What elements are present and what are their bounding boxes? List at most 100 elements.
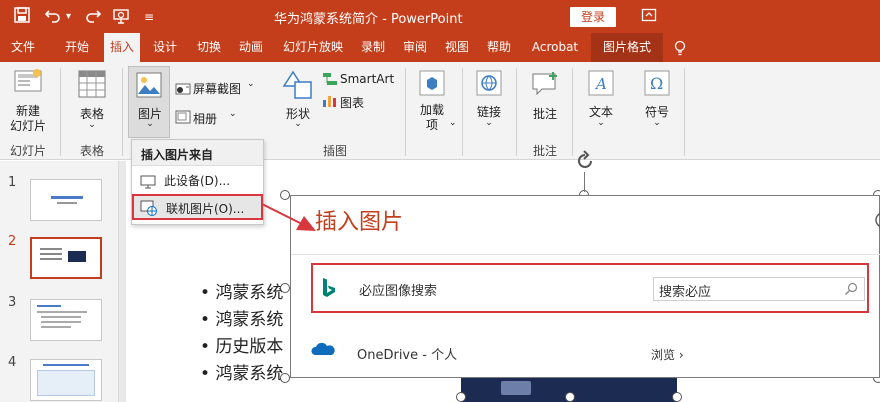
slide-number: 1 bbox=[8, 175, 17, 190]
picture-icon[interactable] bbox=[136, 72, 162, 101]
shapes-dropdown-icon[interactable]: ⌄ bbox=[278, 119, 318, 129]
bullet-text: • 鸿蒙系统 bbox=[200, 364, 284, 384]
tab-record[interactable]: 录制 bbox=[354, 33, 392, 62]
resize-handle[interactable] bbox=[565, 392, 575, 402]
slide-thumbnail-1[interactable] bbox=[30, 179, 102, 221]
tab-design[interactable]: 设计 bbox=[146, 33, 184, 62]
menu-item-online-pictures[interactable]: 联机图片(O)... bbox=[132, 194, 263, 220]
group-comments-label: 批注 bbox=[532, 144, 557, 158]
online-picture-icon bbox=[140, 199, 158, 225]
tab-transitions[interactable]: 切换 bbox=[190, 33, 228, 62]
table-dropdown-icon[interactable]: ⌄ bbox=[70, 120, 114, 130]
tab-picture-format[interactable]: 图片格式 bbox=[591, 33, 663, 62]
chart-button[interactable]: 图表 bbox=[340, 94, 364, 111]
tab-view[interactable]: 视图 bbox=[438, 33, 476, 62]
symbols-dropdown-icon[interactable]: ⌄ bbox=[638, 118, 676, 128]
search-placeholder: 搜索必应 bbox=[659, 285, 712, 300]
ribbon-separator bbox=[516, 68, 517, 156]
smartart-icon[interactable] bbox=[322, 72, 338, 89]
tab-acrobat[interactable]: Acrobat bbox=[524, 33, 586, 62]
text-icon[interactable]: A bbox=[588, 70, 614, 99]
insert-pictures-dialog: 插入图片 必应图像搜索 搜索必应 OneDrive - 个人 浏览 › bbox=[290, 195, 880, 378]
dialog-close-icon[interactable] bbox=[873, 212, 880, 231]
photo-album-button[interactable]: 相册 bbox=[193, 110, 217, 127]
tab-help[interactable]: 帮助 bbox=[480, 33, 518, 62]
group-table-label: 表格 bbox=[79, 144, 104, 158]
onedrive-icon bbox=[311, 341, 335, 360]
slide-thumbnail-4[interactable] bbox=[30, 359, 102, 401]
dialog-divider bbox=[291, 254, 880, 255]
link-icon[interactable] bbox=[476, 70, 502, 99]
tab-home[interactable]: 开始 bbox=[56, 33, 98, 62]
menu-item-label: 此设备(D)... bbox=[164, 174, 231, 188]
symbols-icon[interactable]: Ω bbox=[644, 70, 670, 99]
ribbon-tabs: 文件 开始 插入 设计 切换 动画 幻灯片放映 录制 审阅 视图 帮助 Acro… bbox=[0, 33, 880, 62]
bing-search-label: 必应图像搜索 bbox=[359, 284, 438, 299]
bing-image-search-row[interactable]: 必应图像搜索 搜索必应 bbox=[311, 263, 869, 313]
login-button[interactable]: 登录 bbox=[570, 7, 616, 27]
tab-file[interactable]: 文件 bbox=[2, 33, 44, 62]
addins-dropdown-icon[interactable]: ⌄ bbox=[449, 118, 457, 128]
photo-album-icon[interactable] bbox=[175, 110, 191, 127]
comment-button[interactable]: 批注 bbox=[526, 105, 564, 122]
addins-icon[interactable] bbox=[419, 70, 445, 99]
slide-number: 2 bbox=[8, 234, 17, 249]
group-illustrations-label: 插图 bbox=[322, 144, 347, 158]
bullet-text: • 历史版本 bbox=[200, 337, 284, 357]
resize-handle[interactable] bbox=[280, 283, 290, 293]
bullet-text: • 鸿蒙系统 bbox=[200, 310, 284, 330]
addins-button[interactable]: 加载 项 bbox=[414, 103, 450, 133]
onedrive-label: OneDrive - 个人 bbox=[357, 348, 458, 363]
ribbon-separator bbox=[462, 68, 463, 156]
menu-header: 插入图片来自 bbox=[132, 140, 263, 166]
ribbon-separator bbox=[572, 68, 573, 156]
annotation-arrow bbox=[261, 203, 316, 231]
ribbon-display-options-icon[interactable] bbox=[641, 7, 657, 27]
browse-link[interactable]: 浏览 › bbox=[651, 346, 684, 363]
tab-animations[interactable]: 动画 bbox=[232, 33, 270, 62]
smartart-button[interactable]: SmartArt bbox=[340, 72, 394, 86]
ribbon-separator bbox=[60, 68, 61, 156]
undo-icon[interactable] bbox=[44, 7, 62, 27]
tab-insert[interactable]: 插入 bbox=[104, 33, 140, 62]
ribbon-separator bbox=[684, 68, 685, 156]
menu-item-this-device[interactable]: 此设备(D)... bbox=[132, 168, 263, 194]
table-icon[interactable] bbox=[78, 70, 106, 101]
customize-toolbar-icon[interactable]: ≡ bbox=[144, 7, 154, 27]
new-slide-icon[interactable] bbox=[14, 68, 44, 103]
tab-review[interactable]: 审阅 bbox=[396, 33, 434, 62]
slide-thumbnail-2[interactable] bbox=[30, 237, 102, 279]
present-from-start-icon[interactable] bbox=[112, 7, 130, 27]
resize-handle[interactable] bbox=[456, 392, 466, 402]
album-dropdown-icon[interactable]: ⌄ bbox=[229, 109, 237, 119]
pane-splitter[interactable] bbox=[118, 161, 126, 402]
screenshot-button[interactable]: 屏幕截图 bbox=[193, 80, 241, 97]
bing-search-input[interactable]: 搜索必应 bbox=[653, 277, 865, 301]
lightbulb-icon[interactable] bbox=[670, 33, 690, 62]
rotate-handle-icon[interactable] bbox=[574, 150, 596, 175]
ribbon-separator bbox=[122, 68, 123, 156]
save-icon[interactable] bbox=[14, 7, 30, 27]
svg-text:A: A bbox=[594, 75, 607, 93]
rotate-connector bbox=[584, 172, 585, 192]
screenshot-dropdown-icon[interactable]: ⌄ bbox=[247, 79, 255, 89]
comment-icon[interactable] bbox=[531, 72, 559, 101]
screenshot-icon[interactable] bbox=[175, 82, 191, 99]
link-dropdown-icon[interactable]: ⌄ bbox=[470, 118, 508, 128]
shapes-icon[interactable] bbox=[282, 70, 313, 103]
svg-text:Ω: Ω bbox=[650, 74, 663, 93]
redo-icon[interactable] bbox=[84, 7, 102, 27]
new-slide-button[interactable]: 新建 幻灯片 bbox=[2, 104, 54, 134]
title-bar: ▾ ≡ 华为鸿蒙系统简介 - PowerPoint 登录 bbox=[0, 0, 880, 33]
picture-dropdown-icon[interactable]: ⌄ bbox=[129, 119, 171, 129]
document-title: 华为鸿蒙系统简介 - PowerPoint bbox=[274, 12, 463, 27]
search-icon[interactable] bbox=[844, 282, 858, 299]
undo-dropdown-icon[interactable]: ▾ bbox=[66, 7, 71, 27]
chart-icon[interactable] bbox=[322, 94, 338, 111]
resize-handle[interactable] bbox=[672, 392, 682, 402]
tab-slideshow[interactable]: 幻灯片放映 bbox=[278, 33, 348, 62]
slide-thumbnail-3[interactable] bbox=[30, 299, 102, 341]
group-slides-label: 幻灯片 bbox=[9, 144, 46, 158]
resize-handle[interactable] bbox=[280, 373, 290, 383]
text-dropdown-icon[interactable]: ⌄ bbox=[582, 118, 620, 128]
